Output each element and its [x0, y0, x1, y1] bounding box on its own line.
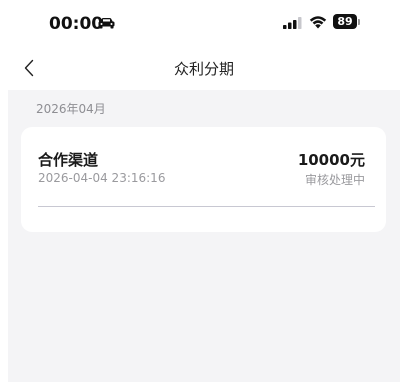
status-time: 00:00 — [49, 14, 104, 34]
app-screen: 00:00 89 众利分期 2026年04月 合作渠道 2026-04-04 2… — [0, 0, 408, 382]
record-card[interactable]: 合作渠道 2026-04-04 23:16:16 10000元 审核处理中 — [21, 127, 386, 232]
battery-level: 89 — [337, 15, 353, 28]
month-header: 2026年04月 — [36, 102, 106, 116]
records-content: 2026年04月 合作渠道 2026-04-04 23:16:16 10000元… — [8, 90, 400, 382]
car-icon — [98, 18, 115, 29]
card-divider — [38, 206, 375, 207]
battery-icon: 89 — [333, 14, 357, 29]
wifi-icon — [309, 16, 327, 29]
record-title: 合作渠道 — [38, 151, 99, 169]
record-datetime: 2026-04-04 23:16:16 — [38, 171, 166, 185]
record-amount: 10000元 — [297, 151, 365, 169]
page-title: 众利分期 — [173, 60, 234, 78]
nav-bar: 众利分期 — [0, 46, 408, 90]
cellular-signal-icon — [283, 17, 302, 29]
record-status: 审核处理中 — [304, 173, 365, 187]
battery-tip — [358, 19, 360, 25]
status-bar: 00:00 89 — [0, 0, 408, 46]
